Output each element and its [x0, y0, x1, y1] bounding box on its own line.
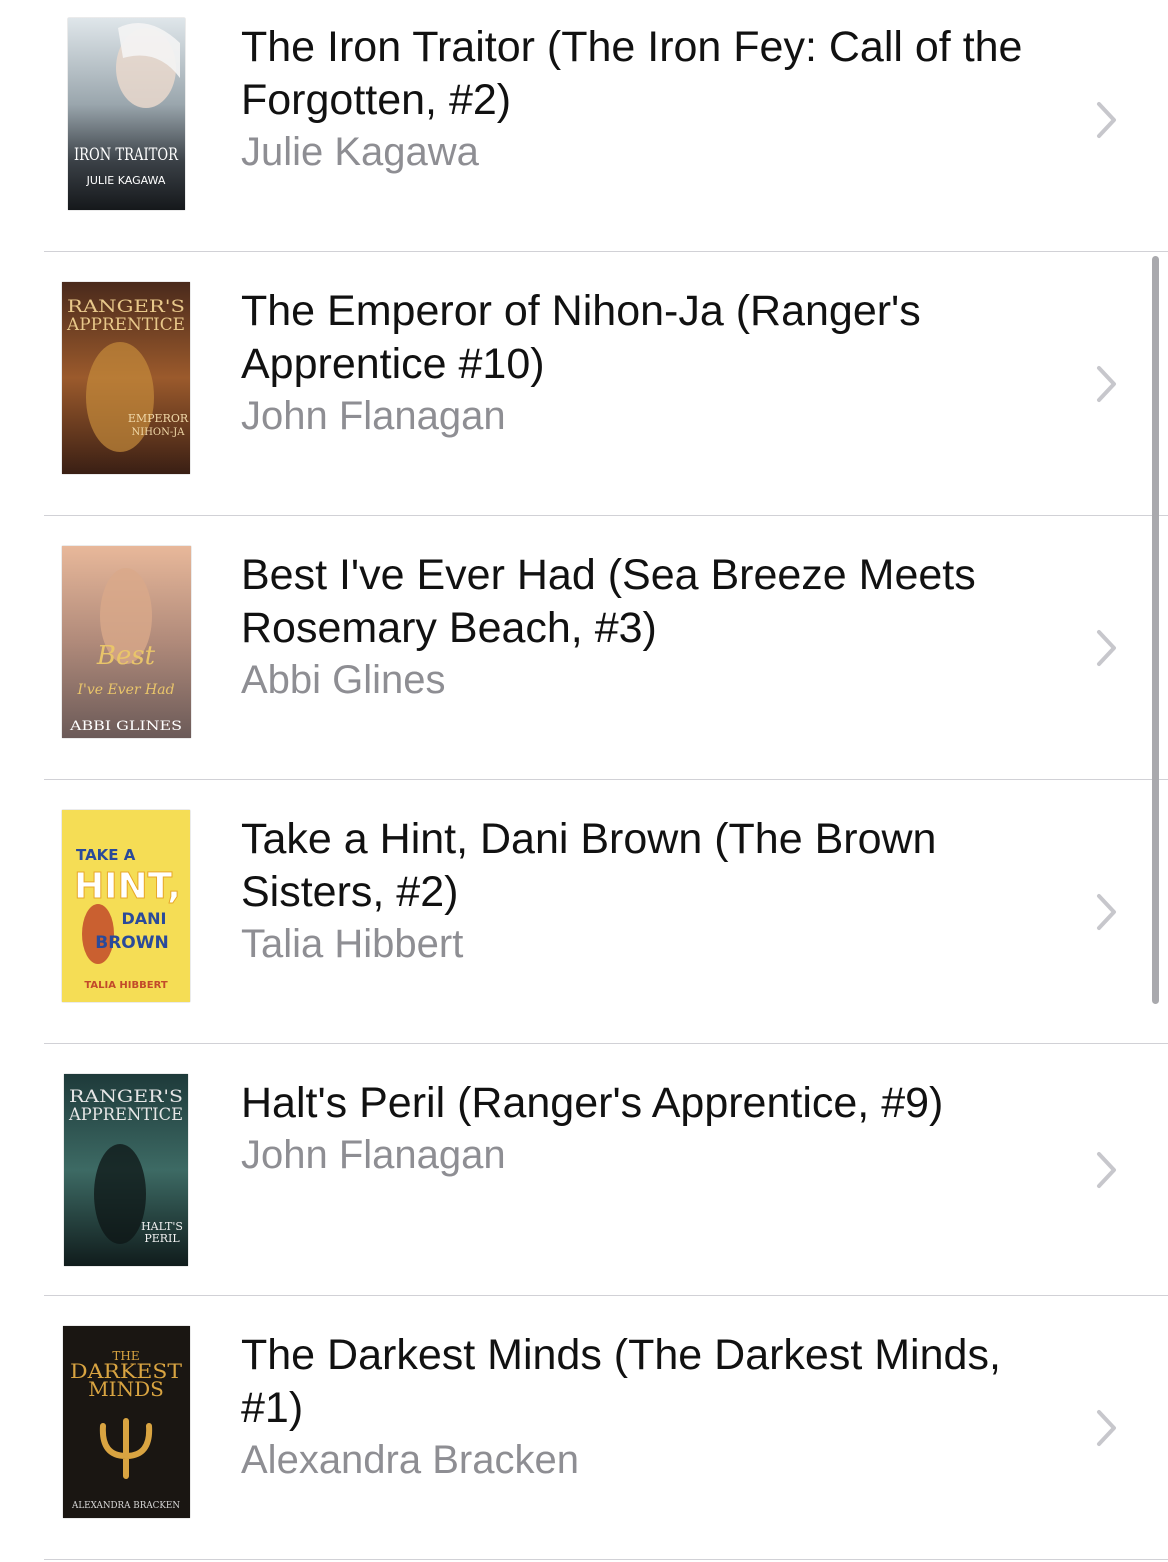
book-author: Talia Hibbert [241, 922, 464, 966]
book-title: Halt's Peril (Ranger's Apprentice, #9) [241, 1079, 944, 1127]
chevron-right-icon [1097, 894, 1116, 930]
svg-text:JULIE KAGAWA: JULIE KAGAWA [86, 174, 166, 187]
svg-text:PERIL: PERIL [144, 1232, 180, 1245]
book-title: Best I've Ever Had (Sea Breeze Meets Ros… [241, 551, 976, 652]
book-author: John Flanagan [241, 1133, 506, 1177]
book-author: Alexandra Bracken [241, 1438, 579, 1482]
book-author: Julie Kagawa [241, 130, 479, 174]
svg-text:NIHON-JA: NIHON-JA [132, 427, 186, 438]
book-cover-take-a-hint-dani-brown: TAKE A HINT, DANI BROWN TALIA HIBBERT [62, 810, 190, 1002]
book-cover-emperor-of-nihon-ja: RANGER'S APPRENTICE EMPEROR NIHON-JA [62, 282, 190, 474]
book-author: Abbi Glines [241, 658, 446, 702]
svg-text:APPRENTICE: APPRENTICE [68, 1105, 183, 1125]
svg-text:Best: Best [96, 641, 156, 671]
chevron-right-icon [1097, 1152, 1116, 1188]
chevron-right-icon [1097, 630, 1116, 666]
book-title: Take a Hint, Dani Brown (The Brown Siste… [241, 815, 937, 916]
svg-text:BROWN: BROWN [95, 933, 168, 953]
svg-text:ALEXANDRA BRACKEN: ALEXANDRA BRACKEN [71, 1501, 180, 1511]
svg-text:TAKE A: TAKE A [76, 846, 136, 864]
svg-text:IRON TRAITOR: IRON TRAITOR [74, 145, 179, 165]
svg-text:EMPEROR: EMPEROR [128, 412, 189, 425]
chevron-right-icon [1097, 366, 1116, 402]
book-author: John Flanagan [241, 394, 506, 438]
list-item[interactable]: RANGER'S APPRENTICE EMPEROR NIHON-JA The… [0, 252, 1168, 516]
svg-text:RANGER'S: RANGER'S [69, 1087, 183, 1107]
list-item[interactable]: IRON TRAITOR JULIE KAGAWA The Iron Trait… [0, 0, 1168, 252]
row-separator [44, 1559, 1168, 1560]
chevron-right-icon [1097, 102, 1116, 138]
chevron-right-icon [1097, 1410, 1116, 1446]
svg-text:ABBI GLINES: ABBI GLINES [69, 719, 182, 734]
scrollbar[interactable] [1152, 256, 1159, 1004]
book-cover-darkest-minds: THE DARKEST MINDS ALEXANDRA BRACKEN [63, 1326, 190, 1518]
book-cover-best-ive-ever-had: Best I've Ever Had ABBI GLINES [62, 546, 191, 738]
book-title: The Iron Traitor (The Iron Fey: Call of … [241, 23, 1023, 124]
svg-text:HINT,: HINT, [74, 866, 181, 907]
svg-text:APPRENTICE: APPRENTICE [66, 315, 185, 335]
svg-text:RANGER'S: RANGER'S [67, 297, 185, 317]
book-cover-iron-traitor: IRON TRAITOR JULIE KAGAWA [68, 18, 185, 210]
svg-text:DANI: DANI [121, 909, 166, 928]
book-cover-halts-peril: RANGER'S APPRENTICE HALT'S PERIL [64, 1074, 188, 1266]
list-item[interactable]: THE DARKEST MINDS ALEXANDRA BRACKEN The … [0, 1296, 1168, 1560]
list-item[interactable]: RANGER'S APPRENTICE HALT'S PERIL Halt's … [0, 1044, 1168, 1296]
book-title: The Emperor of Nihon-Ja (Ranger's Appren… [241, 287, 921, 388]
svg-text:I've Ever Had: I've Ever Had [76, 682, 174, 698]
list-item[interactable]: TAKE A HINT, DANI BROWN TALIA HIBBERT Ta… [0, 780, 1168, 1044]
svg-text:TALIA HIBBERT: TALIA HIBBERT [84, 980, 168, 991]
svg-text:MINDS: MINDS [88, 1377, 164, 1401]
book-title: The Darkest Minds (The Darkest Minds, #1… [241, 1331, 1001, 1432]
list-item[interactable]: Best I've Ever Had ABBI GLINES Best I've… [0, 516, 1168, 780]
